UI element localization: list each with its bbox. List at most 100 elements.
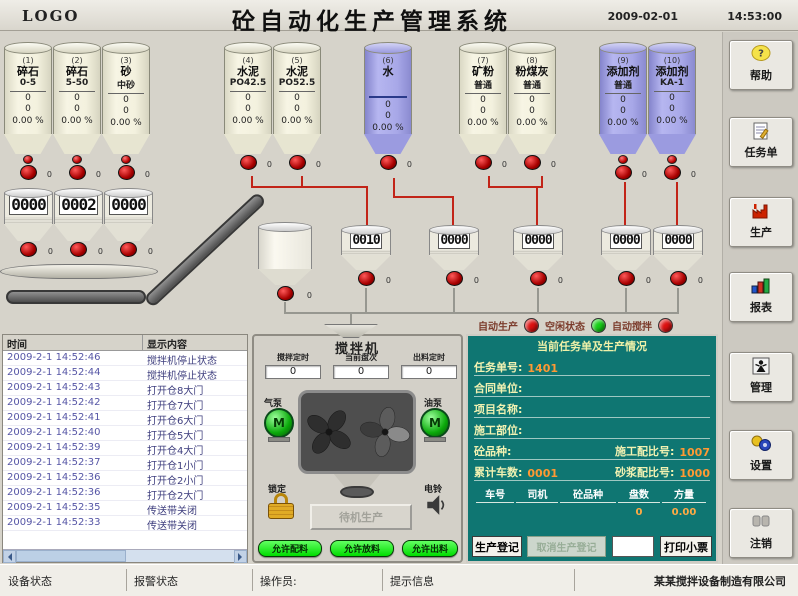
sidebar-button-label: 管理 bbox=[730, 379, 792, 395]
hopper-top bbox=[513, 225, 563, 235]
silo-material: 碎石 bbox=[5, 65, 51, 78]
discharge-line bbox=[350, 312, 352, 325]
sidebar: ?帮助任务单生产报表管理设置注销 bbox=[722, 32, 798, 564]
cancel-register-button[interactable]: 取消生产登记 bbox=[527, 536, 606, 557]
valve-value: 0 bbox=[148, 247, 153, 256]
pipe bbox=[452, 196, 454, 225]
scrollbar-track[interactable] bbox=[126, 550, 234, 562]
oil-pump-motor-icon: M bbox=[420, 408, 450, 438]
hopper-cone bbox=[4, 224, 53, 241]
silo-percent: 0.00 % bbox=[509, 118, 555, 129]
speaker-icon[interactable] bbox=[424, 493, 448, 521]
sidebar-button-report[interactable]: 报表 bbox=[729, 272, 793, 322]
hopper-top bbox=[429, 225, 479, 235]
valve-row: 0 bbox=[273, 155, 321, 170]
valve-row: 0 bbox=[513, 271, 563, 286]
table-header-5: 方量 bbox=[662, 486, 706, 503]
valve-row: 0 bbox=[653, 271, 703, 286]
log-scrollbar[interactable] bbox=[3, 549, 247, 562]
silo-cone bbox=[102, 134, 150, 154]
log-rows: 2009-2-1 14:52:46搅拌机停止状态2009-2-1 14:52:4… bbox=[3, 351, 247, 531]
valve-row: 0 bbox=[4, 242, 53, 257]
silo-level-line bbox=[10, 91, 46, 92]
hopper-body bbox=[258, 227, 312, 269]
pipe bbox=[251, 186, 368, 188]
valve-value: 0 bbox=[145, 170, 150, 179]
sidebar-button-production[interactable]: 生产 bbox=[729, 197, 793, 247]
scroll-right-button[interactable] bbox=[234, 550, 247, 563]
log-row: 2009-2-1 14:52:36打开仓2大门 bbox=[3, 486, 247, 501]
valve-small-icon bbox=[121, 155, 131, 164]
valve-value: 0 bbox=[698, 276, 703, 285]
valve-icon bbox=[240, 155, 257, 170]
valve-value: 0 bbox=[407, 160, 412, 169]
silo-level-line bbox=[230, 91, 266, 92]
production-register-button[interactable]: 生产登记 bbox=[472, 536, 522, 557]
valve-icon bbox=[277, 286, 294, 301]
hopper-top bbox=[601, 225, 651, 235]
silo-level-line bbox=[514, 93, 550, 94]
allow-button-1[interactable]: 允许配料 bbox=[258, 540, 322, 557]
svg-text:?: ? bbox=[758, 49, 764, 60]
log-content: 打开仓8大门 bbox=[143, 381, 247, 395]
scale-hopper-3: 00000 bbox=[513, 225, 563, 286]
allow-button-2[interactable]: 允许放料 bbox=[330, 540, 394, 557]
hopper-cone bbox=[54, 224, 103, 241]
mixer-panel: 搅拌机 搅拌定时0当前盘次0出料定时0 气泵 M 油泵 M bbox=[252, 334, 463, 563]
hopper-top bbox=[104, 188, 153, 198]
task-icon bbox=[730, 118, 792, 144]
silo-top bbox=[459, 42, 507, 54]
silo-value-1: 0 bbox=[509, 95, 555, 106]
hopper-cone bbox=[653, 255, 703, 270]
scroll-left-button[interactable] bbox=[3, 550, 16, 563]
mixer-field-label: 当前盘次 bbox=[330, 352, 392, 363]
silo-top bbox=[224, 42, 272, 54]
transfer-hopper: 0 bbox=[258, 222, 312, 301]
valve-value: 0 bbox=[642, 170, 647, 179]
silo-number: (3) bbox=[103, 56, 149, 65]
silo-2: (2)碎石5-50000.00 %0 bbox=[53, 42, 101, 180]
silo-top bbox=[599, 42, 647, 54]
sidebar-button-help[interactable]: ?帮助 bbox=[729, 40, 793, 90]
valve-value: 0 bbox=[98, 247, 103, 256]
scale-hopper-1: 00100 bbox=[341, 225, 391, 286]
task-input[interactable] bbox=[612, 536, 654, 557]
hopper-cone bbox=[429, 255, 479, 270]
log-row: 2009-2-1 14:52:33传送带关闭 bbox=[3, 516, 247, 531]
silo-percent: 0.00 % bbox=[274, 116, 320, 127]
mixer-field-value: 0 bbox=[265, 365, 321, 379]
mixer-field-value: 0 bbox=[401, 365, 457, 379]
log-row: 2009-2-1 14:52:36打开仓2小门 bbox=[3, 471, 247, 486]
valve-value: 0 bbox=[316, 160, 321, 169]
silo-body: (9)添加剂普通000.00 % bbox=[599, 48, 647, 134]
log-content: 打开仓6大门 bbox=[143, 411, 247, 425]
silo-body: (4)水泥PO42.5000.00 % bbox=[224, 48, 272, 134]
silo-level-line bbox=[59, 91, 95, 92]
silo-spec: 普通 bbox=[460, 78, 506, 91]
allow-button-3[interactable]: 允许出料 bbox=[402, 540, 458, 557]
silo-body: (10)添加剂KA-1000.00 % bbox=[648, 48, 696, 134]
sidebar-button-task[interactable]: 任务单 bbox=[729, 117, 793, 167]
log-content: 打开仓7大门 bbox=[143, 396, 247, 410]
mixer-field: 当前盘次0 bbox=[330, 352, 392, 379]
sidebar-button-manage[interactable]: 管理 bbox=[729, 352, 793, 402]
pipe bbox=[366, 186, 368, 225]
log-content: 打开仓2大门 bbox=[143, 486, 247, 500]
silo-9: (9)添加剂普通000.00 % 0 bbox=[599, 42, 647, 180]
air-pump-motor-icon: M bbox=[264, 408, 294, 438]
hopper-cone bbox=[104, 224, 153, 241]
valve-icon bbox=[475, 155, 492, 170]
standby-production-button[interactable]: 待机生产 bbox=[310, 504, 412, 530]
padlock-icon[interactable] bbox=[266, 493, 296, 519]
page-title: 砼自动化生产管理系统 bbox=[232, 2, 512, 36]
sidebar-button-logout[interactable]: 注销 bbox=[729, 508, 793, 558]
scrollbar-thumb[interactable] bbox=[16, 550, 126, 562]
print-receipt-button[interactable]: 打印小票 bbox=[660, 536, 712, 557]
valve-icon bbox=[380, 155, 397, 170]
discharge-line bbox=[677, 288, 679, 314]
log-row: 2009-2-1 14:52:42打开仓7大门 bbox=[3, 396, 247, 411]
silo-percent: 0.00 % bbox=[54, 116, 100, 127]
sidebar-button-settings[interactable]: 设置 bbox=[729, 430, 793, 480]
valve-value: 0 bbox=[307, 291, 312, 300]
valve-icon bbox=[70, 242, 87, 257]
